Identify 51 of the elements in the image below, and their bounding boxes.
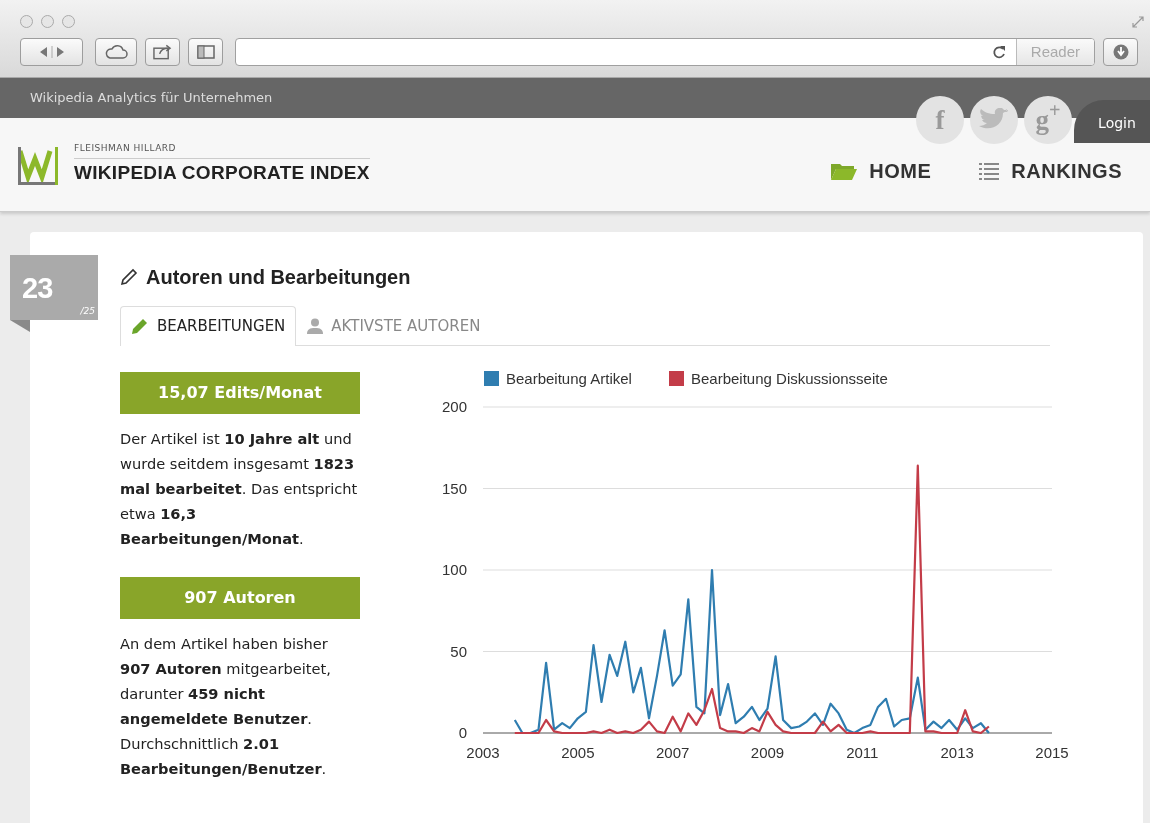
cloud-icon	[104, 44, 128, 60]
stat-banner: 15,07 Edits/Monat	[120, 371, 360, 414]
cloud-button[interactable]	[95, 38, 137, 66]
brand-subtitle: FLEISHMAN HILLARD	[74, 141, 370, 159]
x-tick-label: 2013	[940, 743, 974, 761]
resize-icon[interactable]	[1132, 16, 1144, 28]
rank-number: 23	[22, 271, 53, 306]
social-button[interactable]: f	[916, 96, 964, 144]
legend-label: Bearbeitung Artikel	[506, 369, 632, 387]
stat-description: An dem Artikel haben bisher 907 Autoren mitgearbeitet, darunter 459 nicht angemeldete Benutzer. Durchschnittlich 2.01 Bearbeitungen/Benutzer.	[120, 633, 332, 779]
back-forward-icon	[38, 46, 65, 58]
tab[interactable]: AKTIVSTE AUTOREN	[296, 306, 492, 346]
y-tick-label: 150	[441, 479, 467, 496]
section-title: Autoren und Bearbeitungen	[146, 265, 411, 290]
pencil-icon	[131, 317, 149, 336]
x-tick-label: 2015	[1035, 743, 1069, 761]
ribbon-fold	[10, 320, 30, 332]
nav-link[interactable]: RANKINGS	[979, 155, 1122, 186]
stat-banner: 907 Autoren	[120, 576, 360, 619]
y-tick-label: 0	[458, 723, 467, 741]
stat-description: Der Artikel ist 10 Jahre alt und wurde seitdem insgesamt 1823 mal bearbeitet. Das entspricht etwa 16,3 Bearbeitungen/Monat.	[120, 428, 359, 549]
social-button[interactable]: g$^{+}$	[1024, 96, 1072, 144]
pencil-icon	[120, 268, 138, 286]
tagline: Wikipedia Analytics für Unternehmen	[30, 89, 273, 108]
y-tick-label: 100	[441, 560, 467, 578]
y-tick-label: 50	[450, 642, 467, 659]
download-button[interactable]	[1103, 38, 1138, 66]
sidebar-icon	[196, 45, 215, 59]
x-tick-label: 2011	[846, 743, 879, 761]
bird-button[interactable]	[970, 96, 1018, 144]
rank-total: /25	[80, 304, 95, 318]
x-tick-label: 2009	[750, 743, 785, 761]
x-tick-label: 2007	[656, 743, 690, 761]
x-tick-label: 2003	[466, 743, 500, 761]
reload-icon	[991, 45, 1006, 59]
share-icon	[153, 44, 172, 60]
address-field[interactable]: Reader	[235, 38, 1095, 66]
tab[interactable]: BEARBEITUNGEN	[120, 306, 297, 346]
person-icon	[307, 318, 324, 335]
share-button[interactable]	[145, 38, 180, 66]
reader-button[interactable]: Reader	[1015, 39, 1094, 65]
list-icon	[979, 161, 1000, 180]
x-tick-label: 2005	[561, 743, 595, 761]
back-forward-button[interactable]	[20, 38, 83, 66]
legend-label: Bearbeitung Diskussionsseite	[691, 369, 888, 387]
login-button[interactable]: Login	[1074, 100, 1150, 143]
sidebar-button[interactable]	[188, 38, 223, 66]
brand-title: WIKIPEDIA CORPORATE INDEX	[74, 161, 370, 185]
nav-link[interactable]: HOME	[831, 155, 932, 186]
download-icon	[1112, 44, 1129, 60]
y-tick-label: 200	[441, 397, 467, 415]
